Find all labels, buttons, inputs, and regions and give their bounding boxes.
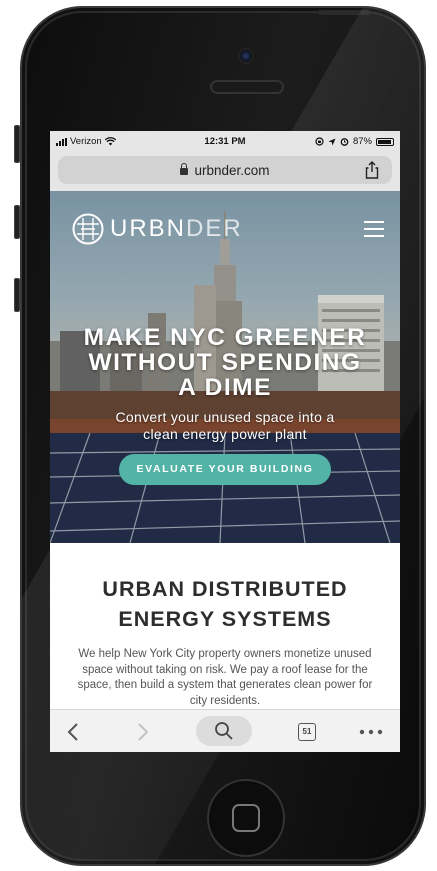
battery-percent: 87% bbox=[352, 136, 372, 147]
hero-section: URBNDER MAKE NYC GREENER WITHOUT SPENDIN… bbox=[50, 191, 400, 543]
hero-subtitle: Convert your unused space into a clean e… bbox=[80, 409, 370, 443]
site-logo[interactable]: URBNDER bbox=[72, 213, 243, 245]
url-text: urbnder.com bbox=[194, 163, 270, 178]
status-bar: Verizon 12:31 PM 87% bbox=[50, 131, 400, 151]
location-icon bbox=[328, 138, 336, 145]
logo-text: URBNDER bbox=[110, 215, 243, 243]
logo-text-light: DER bbox=[186, 215, 243, 242]
front-camera bbox=[238, 48, 254, 64]
search-icon bbox=[215, 722, 233, 740]
url-display: urbnder.com bbox=[58, 163, 392, 178]
hero-title-line-1: MAKE NYC GREENER bbox=[83, 324, 367, 351]
alarm-icon bbox=[340, 138, 349, 146]
section-title: URBAN DISTRIBUTED ENERGY SYSTEMS bbox=[50, 574, 400, 634]
hero-title: MAKE NYC GREENER WITHOUT SPENDING A DIME bbox=[50, 325, 400, 400]
power-button bbox=[318, 10, 370, 15]
home-button-square-icon bbox=[232, 804, 260, 832]
forward-button[interactable] bbox=[128, 710, 158, 752]
status-right: 87% bbox=[315, 136, 394, 147]
rotation-lock-icon bbox=[315, 137, 324, 146]
back-button[interactable] bbox=[58, 710, 88, 752]
more-options-button[interactable] bbox=[356, 710, 386, 752]
hero-title-line-3: A DIME bbox=[178, 374, 272, 401]
volume-down-button bbox=[14, 278, 20, 312]
section-body-text: We help New York City property owners mo… bbox=[77, 648, 373, 707]
browser-toolbar: 51 bbox=[50, 709, 400, 752]
home-button[interactable] bbox=[207, 779, 285, 857]
hero-subtitle-line-1: Convert your unused space into a bbox=[115, 409, 335, 425]
section-title-line-2: ENERGY SYSTEMS bbox=[118, 607, 332, 631]
logo-text-bold: URBN bbox=[110, 215, 187, 242]
tabs-button[interactable]: 51 bbox=[292, 710, 322, 752]
evaluate-building-button[interactable]: EVALUATE YOUR BUILDING bbox=[119, 454, 331, 485]
mute-switch bbox=[14, 125, 20, 163]
chevron-right-icon bbox=[138, 722, 149, 741]
battery-icon bbox=[376, 137, 394, 146]
hero-title-line-2: WITHOUT SPENDING bbox=[88, 349, 362, 376]
earpiece-speaker bbox=[210, 80, 284, 94]
tab-count: 51 bbox=[298, 722, 316, 741]
browser-address-area: urbnder.com bbox=[50, 151, 400, 191]
phone-screen: Verizon 12:31 PM 87% urbnder.com URBNDER… bbox=[50, 131, 400, 752]
search-button[interactable] bbox=[196, 716, 252, 746]
volume-up-button bbox=[14, 205, 20, 239]
url-bar[interactable]: urbnder.com bbox=[58, 156, 392, 184]
logo-globe-icon bbox=[72, 213, 104, 245]
section-title-line-1: URBAN DISTRIBUTED bbox=[102, 577, 348, 601]
lock-icon bbox=[180, 163, 189, 175]
hamburger-menu-icon[interactable] bbox=[364, 221, 384, 237]
hero-subtitle-line-2: clean energy power plant bbox=[143, 426, 307, 442]
chevron-left-icon bbox=[67, 722, 78, 741]
share-icon[interactable] bbox=[362, 160, 382, 180]
more-dots-icon bbox=[359, 729, 383, 734]
